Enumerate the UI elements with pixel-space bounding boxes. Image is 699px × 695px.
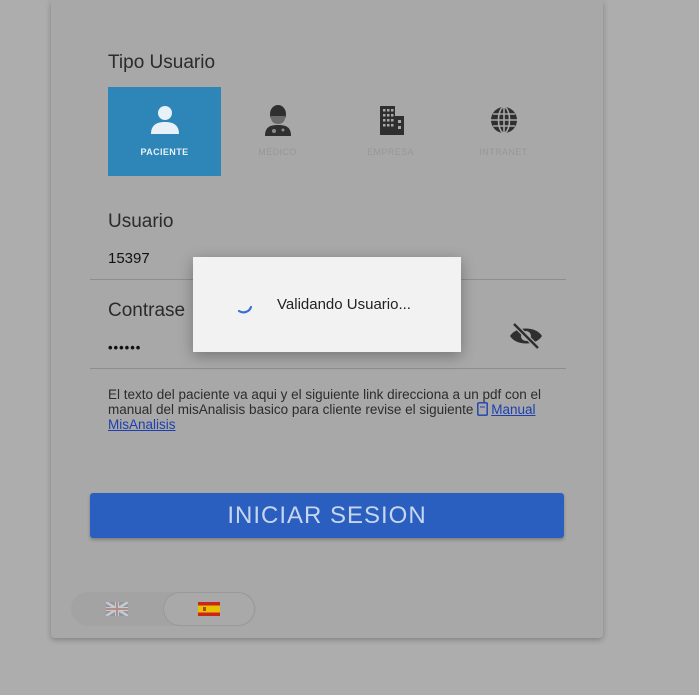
user-type-empresa[interactable]: EMPRESA: [334, 87, 447, 176]
user-type-label: EMPRESA: [367, 147, 414, 157]
loading-message: Validando Usuario...: [277, 296, 411, 313]
user-type-label: PACIENTE: [140, 147, 189, 157]
language-spanish-button[interactable]: [163, 592, 255, 626]
spinner-icon: [237, 305, 253, 313]
uk-flag-icon: [106, 602, 128, 616]
username-label: Usuario: [108, 211, 174, 232]
password-input[interactable]: ••••••: [108, 340, 141, 355]
doctor-icon: [264, 105, 291, 136]
user-type-label: MÉDICO: [258, 147, 297, 157]
note-text: El texto del paciente va aqui y el sigui…: [108, 387, 542, 417]
user-type-title: Tipo Usuario: [108, 52, 216, 73]
globe-icon: [490, 106, 517, 134]
loading-dialog: Validando Usuario...: [193, 257, 461, 352]
login-submit-button[interactable]: INICIAR SESION: [90, 493, 564, 538]
document-icon: [477, 402, 489, 416]
user-type-label: INTRANET: [479, 147, 528, 157]
toggle-password-visibility-button[interactable]: [506, 318, 546, 354]
language-selector: [71, 592, 256, 626]
building-icon: [379, 106, 404, 135]
user-type-medico[interactable]: MÉDICO: [221, 87, 334, 176]
eye-slash-icon: [510, 322, 542, 350]
language-english-button[interactable]: [71, 592, 163, 626]
user-type-paciente[interactable]: PACIENTE: [108, 87, 221, 176]
user-type-selector: PACIENTE MÉDICO EMPRESA INTRANET: [108, 87, 560, 176]
username-input[interactable]: 15397: [108, 250, 150, 267]
password-label: Contrase: [108, 300, 186, 321]
info-note: El texto del paciente va aqui y el sigui…: [108, 387, 548, 432]
person-icon: [150, 106, 179, 134]
user-type-intranet[interactable]: INTRANET: [447, 87, 560, 176]
spain-flag-icon: [198, 602, 220, 616]
password-underline: [90, 368, 566, 369]
